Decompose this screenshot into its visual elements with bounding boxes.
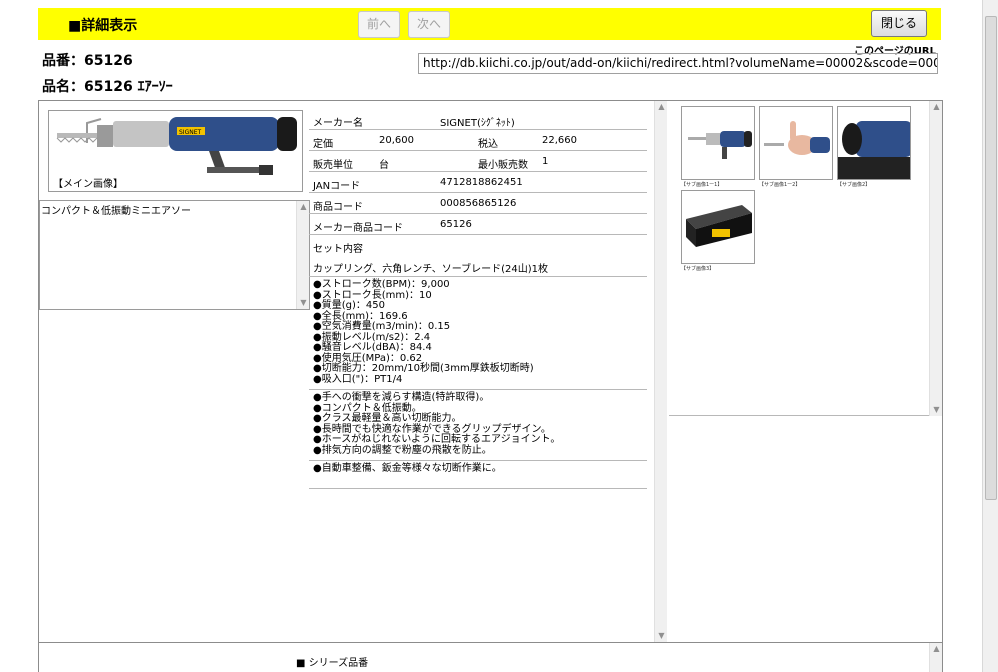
window-scrollbar-thumb[interactable] xyxy=(985,16,997,500)
sub-image-thumbnail[interactable] xyxy=(759,106,833,180)
window-scrollbar[interactable] xyxy=(982,0,998,672)
spec-value: 65126 xyxy=(440,219,472,230)
sub-image-caption: 【サブ画像2】 xyxy=(837,182,871,188)
sub-image-panel: 【サブ画像1ー1】 【サブ画像1ー2】 【サブ画像2】 【サブ画像3】 xyxy=(669,101,941,416)
usage-bullets: ●自動車整備、鈑金等様々な切断作業に。 xyxy=(309,461,647,489)
sub-image-thumbnail[interactable] xyxy=(837,106,911,180)
hand-use-thumb-icon xyxy=(764,121,830,155)
sub-image-thumbnail[interactable] xyxy=(681,106,755,180)
feature-bullet: ●排気方向の調整で粉塵の飛散を防止。 xyxy=(313,444,492,456)
description-text: コンパクト＆低振動ミニエアソー xyxy=(41,206,191,217)
spec-row-jan: JANコード 4712818862451 xyxy=(309,172,647,193)
sub-image-caption: 【サブ画像1ー1】 xyxy=(681,182,723,188)
spec-label: 税込 xyxy=(478,139,498,150)
spec-row-unit: 販売単位 台 最小販売数 1 xyxy=(309,151,647,172)
series-label-text: シリーズ品番 xyxy=(308,658,369,669)
scroll-down-icon[interactable]: ▼ xyxy=(655,630,668,642)
spec-value: 4712818862451 xyxy=(440,177,523,188)
spec-row-maker: メーカー名 SIGNET(ｼｸﾞﾈｯﾄ) xyxy=(309,109,647,130)
spec-label: JANコード xyxy=(313,181,361,192)
set-contents-value: カップリング、六角レンチ、ソーブレード(24山)1枚 xyxy=(313,264,548,275)
description-scrollbar[interactable]: ▲ ▼ xyxy=(296,201,309,309)
spec-label: 最小販売数 xyxy=(478,160,528,171)
feature-bullets: ●手への衝撃を減らす構造(特許取得)。 ●コンパクト＆低振動。 ●クラス最軽量＆… xyxy=(309,390,647,461)
spec-bullet: ●切断能力：20mm/10秒間(3mm厚鉄板切断時) xyxy=(313,363,534,374)
page-url-field[interactable]: http://db.kiichi.co.jp/out/add-on/kiichi… xyxy=(418,53,938,74)
spec-value: 台 xyxy=(379,160,389,171)
spec-bullet: ●質量(g)：450 xyxy=(313,300,385,311)
air-saw-image: SIGNET xyxy=(56,117,297,175)
feature-bullet: ●クラス最軽量＆高い切断能力。 xyxy=(313,413,462,424)
sub-image-scrollbar[interactable]: ▲ ▼ xyxy=(929,101,942,416)
feature-bullet: ●ホースがねじれないように回転するエアジョイント。 xyxy=(313,434,561,445)
series-scrollbar[interactable]: ▲ xyxy=(929,643,942,672)
spec-bullet: ●ストローク数(BPM)：9,000 xyxy=(313,279,450,290)
spec-label: 商品コード xyxy=(313,202,363,213)
set-contents: セット内容 カップリング、六角レンチ、ソーブレード(24山)1枚 xyxy=(309,235,647,277)
description-box[interactable]: コンパクト＆低振動ミニエアソー ▲ ▼ xyxy=(39,200,310,310)
main-image[interactable]: SIGNET 【メイン画像】 xyxy=(48,110,303,192)
usage-bullet: ●自動車整備、鈑金等様々な切断作業に。 xyxy=(313,463,502,474)
sub-image-caption: 【サブ画像3】 xyxy=(681,266,715,272)
close-button[interactable]: 閉じる xyxy=(871,10,928,37)
air-saw-thumb-icon xyxy=(688,131,752,159)
spec-bullet: ●吸入口(")：PT1/4 xyxy=(313,373,403,385)
spec-scrollbar[interactable]: ▲ ▼ xyxy=(654,101,667,642)
scroll-down-icon[interactable]: ▼ xyxy=(930,404,943,416)
spec-value: 20,600 xyxy=(379,135,414,146)
detail-frame: SIGNET 【メイン画像】 コンパクト＆低振動ミニエアソー ▲ ▼ メーカー名… xyxy=(38,100,943,643)
next-button[interactable]: 次へ xyxy=(408,11,451,38)
spec-value: 1 xyxy=(542,156,549,167)
spec-bullet: ●騒音レベル(dBA)：84.4 xyxy=(313,342,432,353)
product-name: 品名：65126 ｴｱｰｿｰ xyxy=(42,79,173,95)
scroll-up-icon[interactable]: ▲ xyxy=(655,101,668,113)
scroll-up-icon[interactable]: ▲ xyxy=(930,101,943,113)
prev-button[interactable]: 前へ xyxy=(358,11,401,38)
header-bar: ■詳細表示 前へ 次へ 閉じる xyxy=(38,8,941,40)
page-title: ■詳細表示 xyxy=(68,18,138,34)
spec-value: 000856865126 xyxy=(440,198,517,209)
brand-logo: SIGNET xyxy=(179,129,202,136)
sub-image-thumbnail[interactable] xyxy=(681,190,755,264)
package-box-thumb-icon xyxy=(686,205,752,247)
spec-label: 販売単位 xyxy=(313,160,353,171)
spec-label: 定価 xyxy=(313,139,333,150)
spec-table: メーカー名 SIGNET(ｼｸﾞﾈｯﾄ) 定価 20,600 税込 22,660… xyxy=(309,109,647,489)
spec-value: 22,660 xyxy=(542,135,577,146)
spec-label: メーカー商品コード xyxy=(313,223,403,234)
series-label: ■ シリーズ品番 xyxy=(296,658,369,669)
main-image-caption: 【メイン画像】 xyxy=(53,179,123,190)
spec-bullet: ●空気消費量(m3/min)：0.15 xyxy=(313,321,451,332)
spec-value: SIGNET(ｼｸﾞﾈｯﾄ) xyxy=(440,118,515,129)
product-code: 品番：65126 xyxy=(42,53,133,69)
air-inlet-thumb-icon xyxy=(838,121,910,179)
series-frame: ▲ xyxy=(38,643,943,672)
spec-row-price: 定価 20,600 税込 22,660 xyxy=(309,130,647,151)
spec-row-maker-code: メーカー商品コード 65126 xyxy=(309,214,647,235)
sub-image-caption: 【サブ画像1ー2】 xyxy=(759,182,801,188)
feature-bullet: ●手への衝撃を減らす構造(特許取得)。 xyxy=(313,392,490,403)
spec-row-item-code: 商品コード 000856865126 xyxy=(309,193,647,214)
spec-label: メーカー名 xyxy=(313,118,363,129)
set-contents-label: セット内容 xyxy=(313,244,363,255)
spec-bullets: ●ストローク数(BPM)：9,000 ●ストローク長(mm)：10 ●質量(g)… xyxy=(309,277,647,390)
scroll-up-icon[interactable]: ▲ xyxy=(930,643,943,655)
